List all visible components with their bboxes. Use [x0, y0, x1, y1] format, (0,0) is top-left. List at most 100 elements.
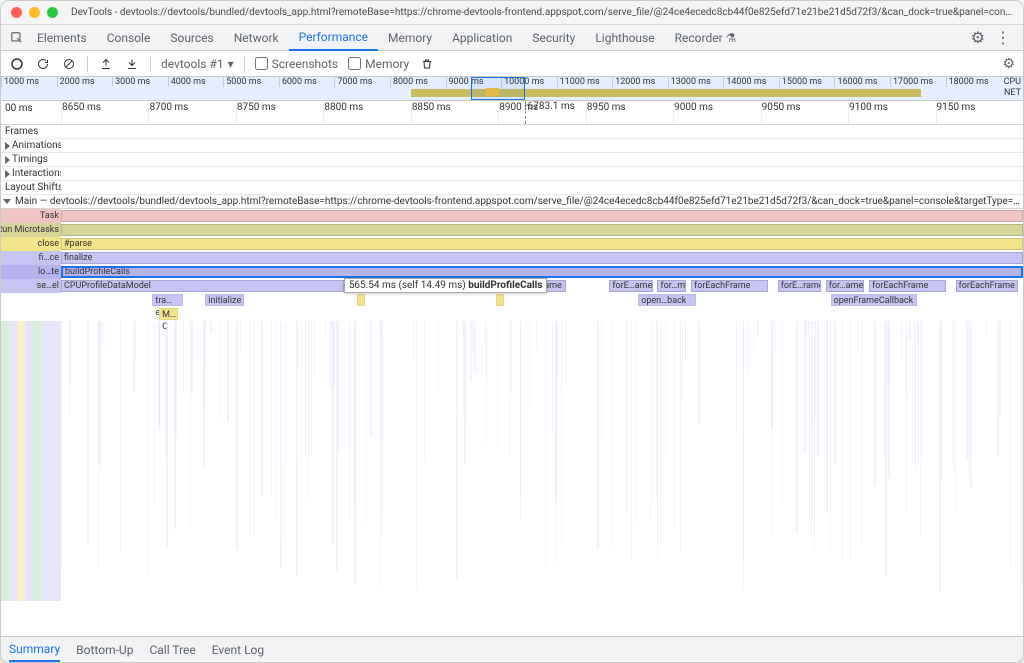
overview-tick: 7000 ms — [334, 77, 390, 87]
subframe-bar[interactable]: openFrameCallback — [831, 294, 918, 306]
ruler-start-label: 00 ms — [1, 101, 61, 124]
more-icon[interactable]: ⋮ — [995, 28, 1011, 47]
timeline-tick: 8850 ms — [411, 101, 498, 124]
flame-lower[interactable] — [61, 321, 1023, 601]
tab-application[interactable]: Application — [442, 25, 522, 51]
clear-button[interactable] — [61, 56, 77, 72]
marker — [357, 294, 365, 306]
frame-bar[interactable]: forEachFrame — [691, 280, 768, 292]
flask-icon: ⚗ — [726, 31, 737, 45]
settings-icon[interactable]: ⚙ — [971, 28, 985, 47]
tab-sources[interactable]: Sources — [160, 25, 223, 51]
subframe-bar[interactable]: initialize — [205, 294, 243, 306]
timeline-tick: 9150 ms — [936, 101, 1023, 124]
frame-bar[interactable]: forEachFrame — [869, 280, 946, 292]
overview-tick: 4000 ms — [168, 77, 224, 87]
frame-bar[interactable]: forE…rame — [778, 280, 821, 292]
separator — [87, 56, 88, 72]
tab-memory[interactable]: Memory — [378, 25, 442, 51]
expand-icon — [5, 156, 10, 164]
close-window-button[interactable] — [11, 7, 22, 18]
inspect-icon[interactable] — [7, 31, 27, 45]
overview-tick: 17000 ms — [890, 77, 946, 87]
track-frames[interactable]: Frames — [1, 125, 1023, 139]
timeline-ruler[interactable]: 00 ms 8650 ms8700 ms8750 ms8800 ms8850 m… — [1, 101, 1023, 125]
gc-button[interactable] — [419, 56, 435, 72]
capture-settings-icon[interactable]: ⚙ — [1002, 56, 1015, 72]
subframe-bar[interactable]: tra…ee — [152, 294, 183, 306]
overview-tick: 5000 ms — [223, 77, 279, 87]
overview-tick: 16000 ms — [834, 77, 890, 87]
flame-labels: Task Run Microtasks close fi…ce lo…te se… — [1, 209, 61, 636]
tab-call-tree[interactable]: Call Tree — [149, 639, 195, 661]
buildprofilecalls-bar[interactable]: buildProfileCalls — [61, 266, 1023, 278]
task-bar[interactable] — [61, 210, 1023, 222]
tab-elements[interactable]: Elements — [27, 25, 97, 51]
expand-icon — [5, 170, 10, 178]
track-interactions[interactable]: Interactions — [1, 167, 1023, 181]
tab-lighthouse[interactable]: Lighthouse — [585, 25, 664, 51]
devtools-window: DevTools - devtools://devtools/bundled/d… — [0, 0, 1024, 663]
tab-security[interactable]: Security — [522, 25, 585, 51]
titlebar: DevTools - devtools://devtools/bundled/d… — [1, 1, 1023, 25]
record-button[interactable] — [9, 56, 25, 72]
panel-tabs: Elements Console Sources Network Perform… — [1, 25, 1023, 51]
tab-summary[interactable]: Summary — [9, 638, 60, 662]
overview-tick: 18000 ms — [946, 77, 1002, 87]
tab-event-log[interactable]: Event Log — [212, 639, 264, 661]
flame-chart[interactable]: Task Run Microtasks close fi…ce lo…te se… — [1, 209, 1023, 636]
tab-performance[interactable]: Performance — [289, 25, 378, 51]
collapse-icon — [3, 199, 11, 204]
overview-selection[interactable] — [471, 77, 525, 100]
window-title: DevTools - devtools://devtools/bundled/d… — [71, 7, 1013, 18]
tab-console[interactable]: Console — [97, 25, 161, 51]
overview-net-label: NET — [1004, 88, 1023, 98]
microtasks-bar[interactable] — [61, 224, 1023, 236]
timeline-tick: 8650 ms — [61, 101, 148, 124]
track-animations[interactable]: Animations — [1, 139, 1023, 153]
marker — [496, 294, 504, 306]
memory-checkbox[interactable]: Memory — [348, 57, 409, 71]
upload-button[interactable] — [98, 56, 114, 72]
chevron-down-icon: ▾ — [228, 57, 234, 71]
time-cursor[interactable]: 6783.1 ms — [525, 101, 575, 124]
overview-strip[interactable]: 1000 ms2000 ms3000 ms4000 ms5000 ms6000 … — [1, 77, 1023, 101]
main-thread-title: Main — devtools://devtools/bundled/devto… — [15, 196, 1023, 207]
recording-select[interactable]: devtools #1 ▾ — [161, 57, 234, 71]
separator — [244, 56, 245, 72]
overview-tick: 13000 ms — [668, 77, 724, 87]
minimize-window-button[interactable] — [29, 7, 40, 18]
maximize-window-button[interactable] — [47, 7, 58, 18]
subframe-bar[interactable]: open…back — [638, 294, 696, 306]
overview-tick: 12000 ms — [612, 77, 668, 87]
tab-bottom-up[interactable]: Bottom-Up — [76, 639, 133, 661]
timeline-tick: 8950 ms — [586, 101, 673, 124]
frame-bar[interactable]: forE…ame — [609, 280, 652, 292]
timeline-tick: 8700 ms — [148, 101, 235, 124]
reload-record-button[interactable] — [35, 56, 51, 72]
frame-bar[interactable]: for…ame — [826, 280, 864, 292]
timeline-tick: 8750 ms — [236, 101, 323, 124]
timeline-tick: 9100 ms — [848, 101, 935, 124]
screenshots-checkbox[interactable]: Screenshots — [255, 57, 338, 71]
tab-recorder[interactable]: Recorder ⚗ — [665, 25, 747, 51]
main-thread-header[interactable]: Main — devtools://devtools/bundled/devto… — [1, 195, 1023, 209]
finalize-bar[interactable]: finalize — [61, 252, 1023, 264]
frame-bar[interactable]: forEachFrame — [956, 280, 1019, 292]
overview-tick: 8000 ms — [390, 77, 446, 87]
parse-bar[interactable]: #parse — [61, 238, 1023, 250]
cpuprofile-bar[interactable]: CPUProfileDataModel — [61, 280, 344, 292]
overview-tick: 2000 ms — [57, 77, 113, 87]
timeline-tick: 9050 ms — [761, 101, 848, 124]
subframe-bar[interactable]: M…C — [159, 308, 178, 320]
overview-tick: 14000 ms — [723, 77, 779, 87]
timing-tooltip: 565.54 ms (self 14.49 ms) buildProfileCa… — [344, 278, 548, 293]
frame-bar[interactable]: for…me — [657, 280, 686, 292]
track-layout-shifts[interactable]: Layout Shifts — [1, 181, 1023, 195]
track-timings[interactable]: Timings — [1, 153, 1023, 167]
overview-tick: 15000 ms — [779, 77, 835, 87]
tab-network[interactable]: Network — [224, 25, 289, 51]
details-tabs: Summary Bottom-Up Call Tree Event Log — [1, 636, 1023, 662]
timeline-tick: 9000 ms — [673, 101, 760, 124]
download-button[interactable] — [124, 56, 140, 72]
